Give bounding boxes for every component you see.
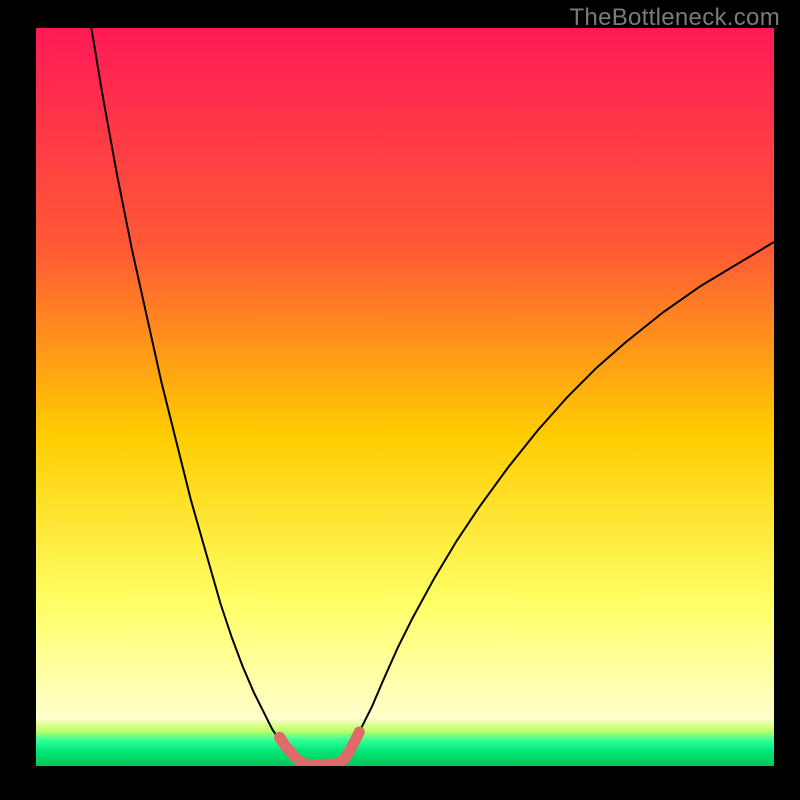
- watermark-text: TheBottleneck.com: [569, 4, 780, 32]
- chart-svg: [36, 28, 774, 766]
- chart-background: [36, 28, 774, 766]
- chart-plot-area: [36, 28, 774, 766]
